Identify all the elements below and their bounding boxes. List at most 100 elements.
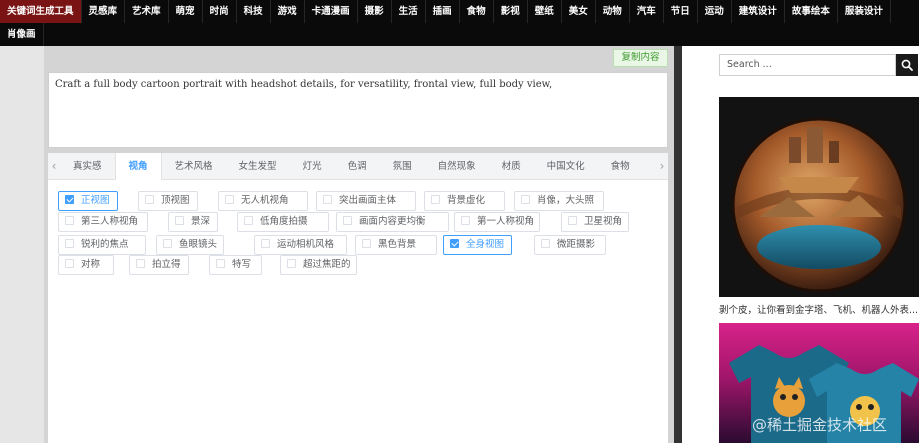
nav-item-row2-0[interactable]: 肖像画 (0, 23, 44, 46)
option-checkbox-18[interactable]: 对称 (58, 255, 114, 275)
chevron-right-icon[interactable]: › (656, 153, 668, 180)
tab-10[interactable]: 食物 (598, 153, 643, 180)
option-label: 锐利的焦点 (81, 239, 129, 250)
option-label: 特写 (232, 259, 252, 270)
tab-8[interactable]: 材质 (489, 153, 534, 180)
option-label: 超过焦距的 (303, 259, 351, 270)
option-checkbox-6[interactable]: 第三人称视角 (58, 212, 148, 232)
nav-item-row1-9[interactable]: 生活 (392, 0, 426, 23)
nav-item-row1-21[interactable]: 服装设计 (838, 0, 891, 23)
option-label: 背景虚化 (447, 195, 486, 206)
nav-item-row1-7[interactable]: 卡通漫画 (305, 0, 358, 23)
article-thumbnail-planet[interactable] (719, 97, 919, 297)
checkbox-empty-icon (163, 239, 172, 248)
prompt-textarea[interactable]: Craft a full body cartoon portrait with … (48, 72, 668, 148)
checkbox-empty-icon (65, 259, 74, 268)
checkbox-empty-icon (65, 216, 74, 225)
tab-2[interactable]: 艺术风格 (162, 153, 226, 180)
search-input[interactable]: Search ... (719, 54, 896, 76)
option-checkbox-4[interactable]: 背景虚化 (424, 191, 505, 211)
nav-item-row1-12[interactable]: 影视 (494, 0, 528, 23)
option-label: 第一人称视角 (477, 216, 535, 227)
option-checkbox-13[interactable]: 鱼眼镜头 (156, 235, 224, 255)
option-label: 全身视图 (466, 239, 505, 250)
checkbox-empty-icon (175, 216, 184, 225)
copy-content-button[interactable]: 复制内容 (613, 49, 668, 67)
planet-illustration (731, 117, 907, 293)
option-checkbox-2[interactable]: 无人机视角 (218, 191, 308, 211)
checkbox-empty-icon (362, 239, 371, 248)
nav-item-row1-8[interactable]: 摄影 (358, 0, 392, 23)
option-checkbox-3[interactable]: 突出画面主体 (316, 191, 416, 211)
search-icon (901, 59, 913, 71)
tab-7[interactable]: 自然现象 (425, 153, 489, 180)
nav-item-row1-18[interactable]: 运动 (698, 0, 732, 23)
option-checkbox-21[interactable]: 超过焦距的 (280, 255, 357, 275)
tab-5[interactable]: 色调 (335, 153, 380, 180)
tab-9[interactable]: 中国文化 (534, 153, 598, 180)
category-tab-bar: ‹ 真实感 视角 艺术风格 女生发型 灯光 色调 氛围 自然现象 材质 中国文化 食物 › (48, 153, 668, 181)
watermark-text: @稀土掘金技术社区 (752, 416, 888, 434)
chevron-left-icon[interactable]: ‹ (48, 153, 60, 180)
nav-item-row1-17[interactable]: 节日 (664, 0, 698, 23)
tab-4[interactable]: 灯光 (290, 153, 335, 180)
nav-item-row1-5[interactable]: 科技 (237, 0, 271, 23)
checkbox-empty-icon (287, 259, 296, 268)
checkbox-empty-icon (244, 216, 253, 225)
option-checkbox-12[interactable]: 锐利的焦点 (58, 235, 146, 255)
option-checkbox-9[interactable]: 画面内容更均衡 (336, 212, 449, 232)
option-label: 景深 (191, 216, 211, 227)
nav-item-row1-2[interactable]: 艺术库 (125, 0, 169, 23)
nav-item-row1-19[interactable]: 建筑设计 (732, 0, 785, 23)
option-checkbox-19[interactable]: 拍立得 (129, 255, 189, 275)
option-label: 运动相机风格 (277, 239, 335, 250)
nav-item-row1-13[interactable]: 壁纸 (528, 0, 562, 23)
option-checkbox-20[interactable]: 特写 (209, 255, 262, 275)
option-checkbox-16[interactable]: 全身视图 (443, 235, 512, 255)
nav-item-row1-6[interactable]: 游戏 (271, 0, 305, 23)
article-caption[interactable]: 剥个皮，让你看到金字塔、飞机、机器人外表... (719, 302, 919, 316)
checkbox-empty-icon (65, 239, 74, 248)
option-checkbox-10[interactable]: 第一人称视角 (454, 212, 540, 232)
option-label: 突出画面主体 (339, 195, 397, 206)
option-checkbox-7[interactable]: 景深 (168, 212, 218, 232)
checkbox-empty-icon (145, 195, 154, 204)
option-checkbox-0[interactable]: 正视图 (58, 191, 118, 211)
option-label: 第三人称视角 (81, 216, 139, 227)
nav-item-row1-14[interactable]: 美女 (562, 0, 596, 23)
checkbox-empty-icon (216, 259, 225, 268)
option-checkbox-8[interactable]: 低角度拍摄 (237, 212, 329, 232)
option-label: 卫星视角 (584, 216, 623, 227)
tab-6[interactable]: 氛围 (380, 153, 425, 180)
option-checkbox-11[interactable]: 卫星视角 (561, 212, 629, 232)
option-label: 黑色背景 (378, 239, 417, 250)
nav-item-row1-16[interactable]: 汽车 (630, 0, 664, 23)
option-checkbox-15[interactable]: 黑色背景 (355, 235, 437, 255)
checkbox-empty-icon (431, 195, 440, 204)
nav-row-primary: 关键词生成工具 灵感库 艺术库 萌宠 时尚 科技 游戏 卡通漫画 摄影 生活 插画 食物 影视 壁纸 美女动… (0, 0, 891, 23)
option-checkbox-1[interactable]: 顶视图 (138, 191, 198, 211)
panel-divider[interactable] (674, 46, 682, 443)
option-checkbox-14[interactable]: 运动相机风格 (254, 235, 347, 255)
tab-3[interactable]: 女生发型 (226, 153, 290, 180)
option-checkbox-5[interactable]: 肖像，大头照 (514, 191, 604, 211)
option-label: 顶视图 (161, 195, 190, 206)
option-label: 低角度拍摄 (260, 216, 308, 227)
tab-0[interactable]: 真实感 (60, 153, 115, 180)
checkbox-empty-icon (461, 216, 470, 225)
nav-item-row1-1[interactable]: 灵感库 (82, 0, 126, 23)
top-navigation: 关键词生成工具 灵感库 艺术库 萌宠 时尚 科技 游戏 卡通漫画 摄影 生活 插画 食物 影视 壁纸 美女动… (0, 0, 919, 46)
category-tabs: 真实感 视角 艺术风格 女生发型 灯光 色调 氛围 自然现象 材质 中国文化 食物 (60, 153, 643, 181)
checkbox-empty-icon (225, 195, 234, 204)
nav-item-row1-3[interactable]: 萌宠 (169, 0, 203, 23)
checkbox-checked-icon (65, 195, 74, 204)
tab-1[interactable]: 视角 (114, 153, 162, 181)
nav-item-row1-20[interactable]: 故事绘本 (785, 0, 838, 23)
nav-item-row1-4[interactable]: 时尚 (203, 0, 237, 23)
nav-item-row1-10[interactable]: 插画 (426, 0, 460, 23)
option-checkbox-17[interactable]: 微距摄影 (534, 235, 606, 255)
nav-item-row1-11[interactable]: 食物 (460, 0, 494, 23)
nav-item-row1-0[interactable]: 关键词生成工具 (0, 0, 82, 23)
search-button[interactable] (896, 54, 918, 76)
nav-item-row1-15[interactable]: 动物 (596, 0, 630, 23)
